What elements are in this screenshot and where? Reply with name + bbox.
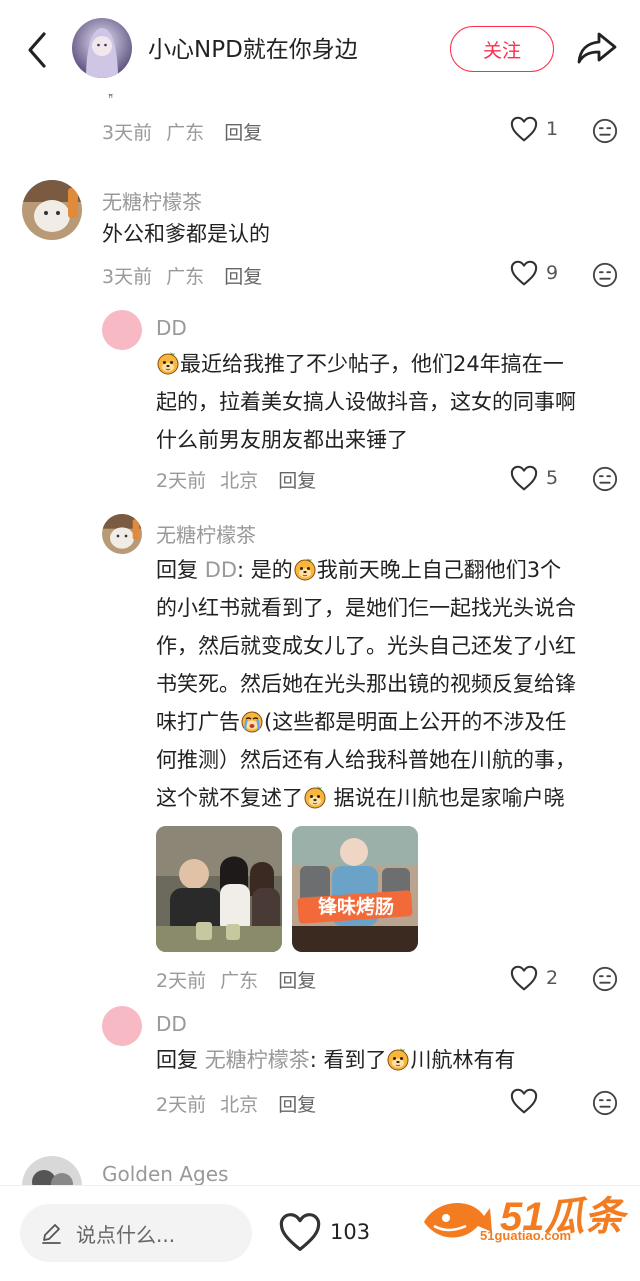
like-button[interactable]: 2 (510, 965, 558, 991)
avatar[interactable] (102, 514, 142, 554)
avatar[interactable] (102, 310, 142, 350)
comment-meta: 2天前 广东 回复 (156, 966, 316, 993)
page-title: 小心NPD就在你身边 (148, 37, 358, 63)
comment-text-line: 味打广告 (这些都是明面上公开的不涉及任 (156, 709, 567, 734)
comment-time: 3天前 (102, 266, 153, 288)
watermark-logo: 51瓜条 (424, 1195, 628, 1239)
comment-text-line: 作，然后就变成女儿了。光头自己还发了小红 (156, 634, 576, 658)
reply-button[interactable]: 回复 (224, 122, 262, 144)
heart-icon (510, 260, 538, 286)
username[interactable]: DD (156, 316, 187, 340)
top-nav: 小心NPD就在你身边 关注 ꟸ (0, 0, 640, 104)
comment-text: 回复 DD: 是的 我前天晚上自己翻他们3个 (156, 557, 562, 582)
emoji-reaction-icon[interactable] (592, 466, 618, 492)
comment-location: 广东 (166, 122, 205, 144)
comment-location: 广东 (220, 970, 259, 992)
pencil-icon (42, 1224, 61, 1244)
comment-text-line: 书笑死。然后她在光头那出镜的视频反复给锋 (156, 672, 576, 696)
heart-icon (510, 116, 538, 142)
comment-location: 广东 (166, 266, 205, 288)
like-count: 1 (546, 118, 559, 140)
avatar[interactable] (22, 180, 82, 240)
reply-button[interactable]: 回复 (278, 470, 316, 492)
back-arrow-icon[interactable] (20, 28, 56, 72)
username[interactable]: 无糖柠檬茶 (102, 186, 202, 215)
emoji-reaction-icon[interactable] (592, 966, 618, 992)
username[interactable]: Golden Ages (102, 1162, 228, 1186)
comment-text-line: 这个就不复述了 据说在川航也是家喻户晓 (156, 785, 565, 810)
dog-emoji-icon (386, 1047, 410, 1071)
comment-meta: 2天前 北京 回复 (156, 1090, 316, 1117)
bottom-bar: 说点什么... 103 51瓜条 51guatiao.com (0, 1185, 640, 1281)
like-button[interactable] (510, 1088, 538, 1114)
share-icon[interactable] (575, 28, 619, 68)
emoji-reaction-icon[interactable] (592, 1090, 618, 1116)
comment-time: 2天前 (156, 470, 207, 492)
comment-text: 外公和爹都是认的 (102, 222, 270, 246)
comment-location: 北京 (220, 470, 259, 492)
reply-button[interactable]: 回复 (224, 266, 262, 288)
comment-text: 最近给我推了不少帖子，他们24年搞在一 (156, 348, 564, 381)
comment-time: 2天前 (156, 970, 207, 992)
comment-text: 回复 无糖柠檬茶: 看到了 川航林有有 (156, 1047, 516, 1072)
watermark-url: 51guatiao.com (480, 1228, 572, 1243)
comment-time: 2天前 (156, 1094, 207, 1116)
emoji-reaction-icon[interactable] (592, 262, 618, 288)
username[interactable]: DD (156, 1012, 187, 1036)
heart-icon (510, 1088, 538, 1114)
follow-button[interactable]: 关注 (450, 26, 554, 72)
like-count: 5 (546, 467, 559, 489)
mention-link[interactable]: 无糖柠檬茶 (205, 1048, 310, 1072)
comment-time: 3天前 (102, 122, 153, 144)
comment-image[interactable]: 锋味烤肠 (292, 826, 418, 952)
comment-text-line: 什么前男友朋友都出来锤了 (156, 428, 408, 452)
heart-icon (278, 1212, 322, 1252)
like-count: 9 (546, 262, 559, 284)
mention-link[interactable]: DD (205, 558, 237, 582)
dog-emoji-icon (156, 351, 180, 375)
username[interactable]: 无糖柠檬茶 (156, 519, 256, 548)
comment-meta: 2天前 北京 回复 (156, 466, 316, 493)
comment-text-line: 何推测）然后还有人给我科普她在川航的事， (156, 748, 576, 772)
small-mark: ꟸ (108, 94, 114, 104)
like-button[interactable]: 1 (510, 116, 558, 142)
dog-emoji-icon (293, 557, 317, 581)
comment-input-placeholder: 说点什么... (76, 1222, 176, 1247)
crying-emoji-icon (240, 709, 264, 733)
post-like-button[interactable]: 103 (278, 1212, 370, 1252)
image-caption: 锋味烤肠 (317, 896, 394, 918)
avatar[interactable] (102, 1006, 142, 1046)
dog-emoji-icon (303, 785, 327, 809)
reply-button[interactable]: 回复 (278, 1094, 316, 1116)
like-button[interactable]: 5 (510, 465, 558, 491)
author-avatar[interactable] (72, 18, 132, 78)
comment-image[interactable] (156, 826, 282, 952)
comment-text-line: 起的，拉着美女搞人设做抖音，这女的同事啊 (156, 390, 576, 414)
post-like-count: 103 (330, 1220, 371, 1244)
heart-icon (510, 965, 538, 991)
comment-meta: 3天前 广东 回复 (102, 118, 262, 145)
like-count: 2 (546, 967, 559, 989)
heart-icon (510, 465, 538, 491)
comment-meta: 3天前 广东 回复 (102, 262, 262, 289)
comment-text-line: 的小红书就看到了，是她们仨一起找光头说合 (156, 596, 576, 620)
comment-location: 北京 (220, 1094, 259, 1116)
reply-button[interactable]: 回复 (278, 970, 316, 992)
like-button[interactable]: 9 (510, 260, 558, 286)
emoji-reaction-icon[interactable] (592, 118, 618, 144)
comment-input[interactable]: 说点什么... (20, 1204, 252, 1262)
